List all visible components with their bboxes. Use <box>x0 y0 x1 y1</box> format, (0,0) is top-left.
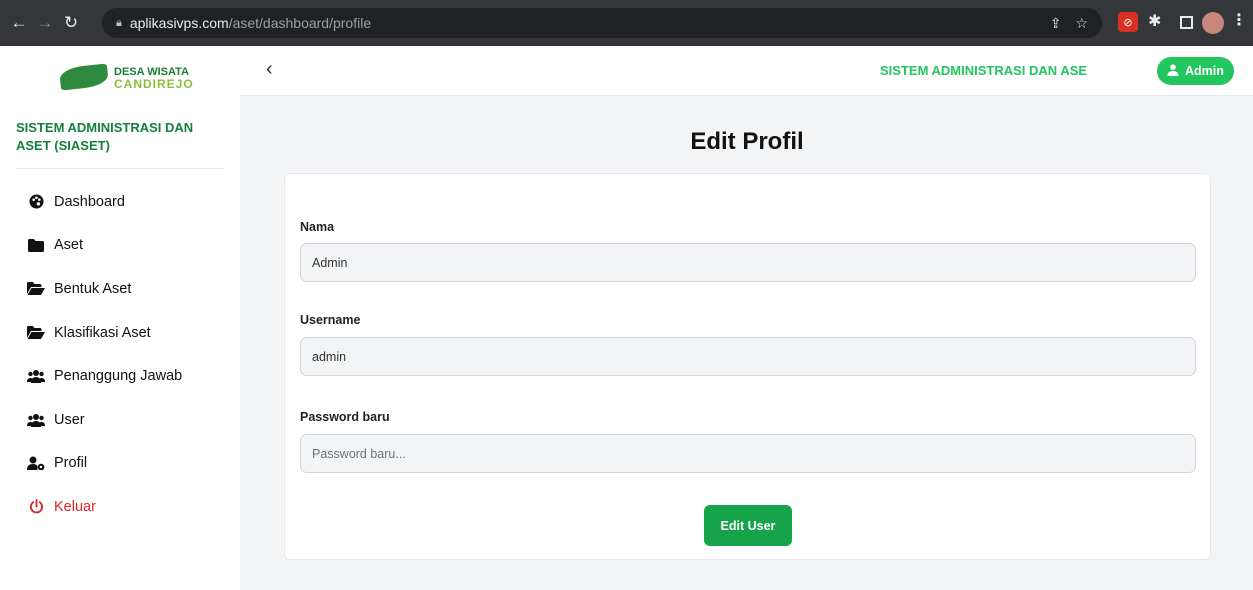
topbar-title: SISTEM ADMINISTRASI DAN ASE <box>880 63 1088 78</box>
page-title: Edit Profil <box>690 128 804 155</box>
sidebar-item-label: Penanggung Jawab <box>54 368 183 385</box>
sidebar-item-label: User <box>54 411 85 428</box>
leaf-logo-icon <box>58 63 110 91</box>
sidebar-item-dashboard[interactable]: Dashboard <box>0 180 240 224</box>
password-field[interactable] <box>300 434 1196 473</box>
sidebar-divider <box>16 168 224 169</box>
logo[interactable]: DESA WISATA CANDIREJO <box>56 60 196 91</box>
user-icon <box>1167 63 1179 79</box>
sidebar-item-label: Profil <box>54 455 88 472</box>
system-title: SISTEM ADMINISTRASI DAN ASET (SIASET) <box>16 120 194 153</box>
name-field[interactable] <box>300 243 1196 282</box>
edit-user-button[interactable]: Edit User <box>704 505 792 546</box>
extensions-puzzle-icon[interactable]: ✱ <box>1148 11 1161 31</box>
sidebar-item-label: Klasifikasi Aset <box>54 324 151 341</box>
sidebar-item-klasifikasi-aset[interactable]: Klasifikasi Aset <box>0 311 240 355</box>
sidebar-item-label: Keluar <box>54 498 96 515</box>
url-path: /aset/dashboard/profile <box>228 15 372 31</box>
users-icon <box>26 413 46 427</box>
sidebar-item-aset[interactable]: Aset <box>0 224 240 268</box>
sidebar: DESA WISATA CANDIREJO SISTEM ADMINISTRAS… <box>0 46 240 590</box>
edit-profile-form: Nama Username Password baru Edit User <box>284 173 1211 560</box>
url-host: aplikasivps.com <box>129 15 229 31</box>
bookmark-star-icon[interactable]: ☆ <box>1075 15 1088 32</box>
name-label: Nama <box>300 220 335 234</box>
topbar: ‹ SISTEM ADMINISTRASI DAN ASE Admin <box>240 46 1253 96</box>
browser-toolbar: ← → ↻ 🔒︎ aplikasivps.com/aset/dashboard/… <box>0 0 1253 46</box>
browser-menu-icon[interactable]: ⋮ <box>1231 10 1247 30</box>
folder-open-icon <box>26 326 46 340</box>
sidebar-item-label: Aset <box>54 237 84 254</box>
extension-icon[interactable]: ⊘ <box>1118 12 1138 32</box>
sidebar-item-label: Bentuk Aset <box>54 280 132 297</box>
sidebar-item-profil[interactable]: Profil <box>0 442 240 486</box>
sidebar-item-label: Dashboard <box>54 193 125 210</box>
sidebar-item-bentuk-aset[interactable]: Bentuk Aset <box>0 267 240 311</box>
users-icon <box>26 369 46 384</box>
palette-icon <box>26 194 46 209</box>
user-cog-icon <box>26 456 46 471</box>
share-icon[interactable]: ⇪ <box>1050 15 1062 32</box>
logo-subtitle: CANDIREJO <box>114 77 194 91</box>
sidebar-item-penanggung-jawab[interactable]: Penanggung Jawab <box>0 354 240 398</box>
back-arrow-icon[interactable]: ← <box>6 13 32 33</box>
forward-arrow-icon[interactable]: → <box>32 13 58 33</box>
address-bar[interactable]: 🔒︎ aplikasivps.com/aset/dashboard/profil… <box>102 8 1102 38</box>
lock-icon: 🔒︎ <box>116 16 122 29</box>
collapse-sidebar-chevron-icon[interactable]: ‹ <box>266 58 273 81</box>
sidebar-item-keluar[interactable]: Keluar <box>0 485 240 529</box>
sidebar-menu: Dashboard Aset Bentuk Aset Klasifikasi A… <box>0 180 240 529</box>
folder-open-icon <box>26 282 46 296</box>
user-menu-label: Admin <box>1185 64 1224 78</box>
username-field[interactable] <box>300 337 1196 376</box>
sidebar-item-user[interactable]: User <box>0 398 240 442</box>
folder-icon <box>26 238 46 252</box>
username-label: Username <box>300 313 361 327</box>
profile-avatar[interactable] <box>1202 12 1224 34</box>
reload-icon[interactable]: ↻ <box>58 13 84 33</box>
password-label: Password baru <box>300 410 390 424</box>
power-icon <box>26 499 46 514</box>
side-panel-icon[interactable] <box>1180 16 1193 29</box>
user-menu-button[interactable]: Admin <box>1157 57 1234 85</box>
